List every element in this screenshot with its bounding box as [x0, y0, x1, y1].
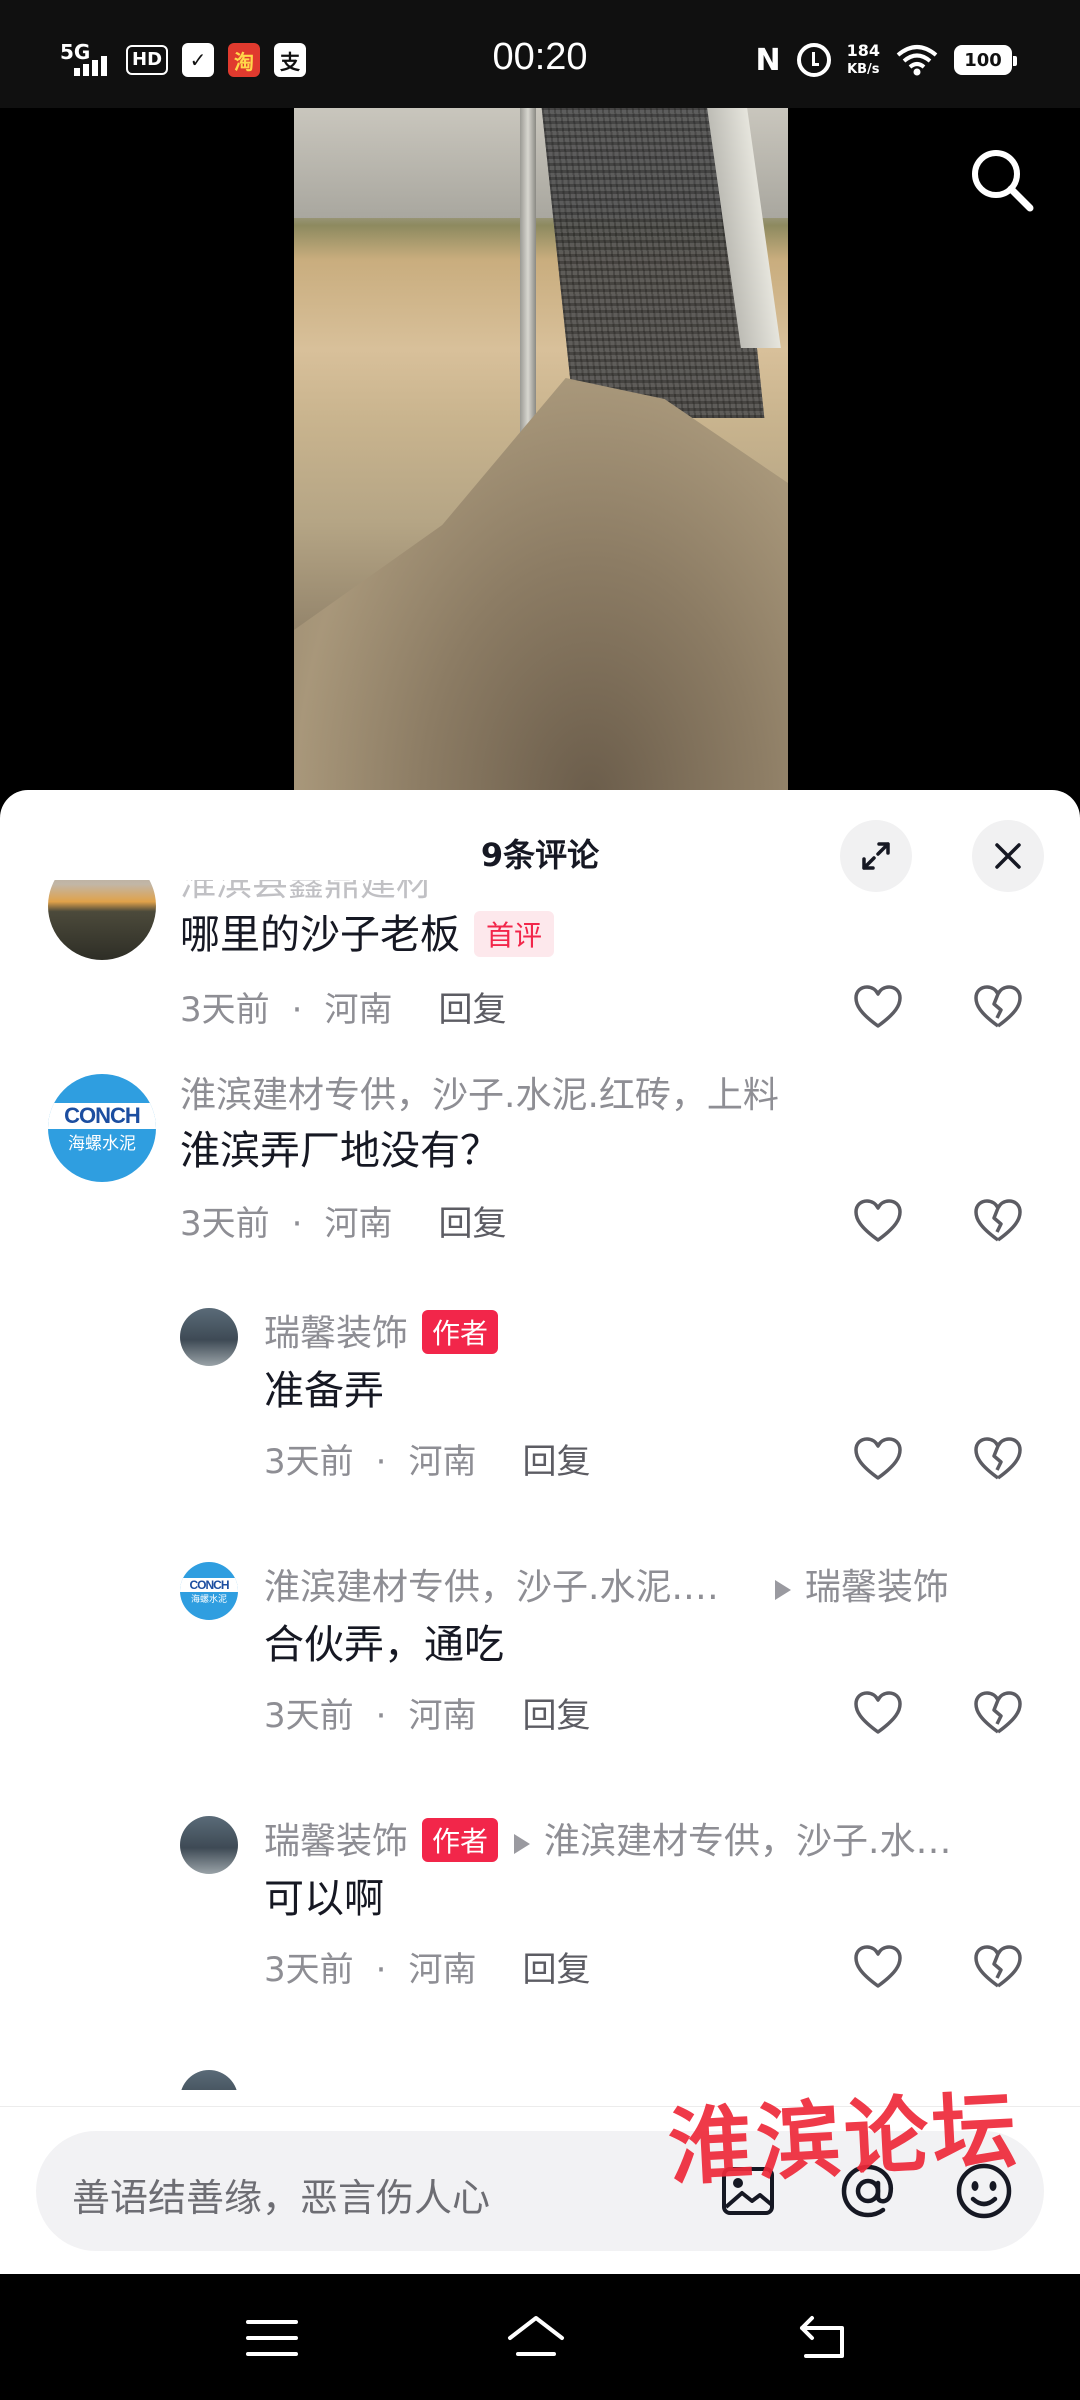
speed-value: 184 [846, 41, 880, 60]
avatar-logo-text: CONCH [180, 1577, 238, 1592]
close-icon [995, 843, 1021, 869]
reply-time: 3天前 [264, 1950, 354, 1990]
reply-time: 3天前 [264, 1696, 354, 1736]
avatar-logo-subtext: 海螺水泥 [68, 1133, 136, 1154]
reply-time: 3天前 [264, 1442, 354, 1482]
dislike-broken-heart-icon[interactable] [972, 1434, 1024, 1486]
comment-text: 哪里的沙子老板 首评 [180, 902, 555, 960]
reply-text: 准备弄 [264, 1368, 384, 1414]
comment-location: 河南 [324, 1204, 393, 1244]
reply-button[interactable]: 回复 [522, 1696, 590, 1736]
alarm-icon [796, 43, 831, 77]
reply-author[interactable]: 瑞馨装饰 作者 [264, 1304, 499, 1357]
avatar[interactable]: CONCH 海螺水泥 [180, 1562, 238, 1620]
reply-target-name[interactable]: 瑞馨装饰 [805, 1567, 949, 1608]
battery-icon: 100 [954, 45, 1017, 75]
reply-meta: 3天前 · 河南 回复 [264, 1688, 590, 1737]
reply-author-name[interactable]: 淮滨建材专供，沙子.水泥.… [264, 1567, 719, 1608]
like-heart-icon[interactable] [852, 1942, 904, 1994]
separator-dot: · [291, 990, 303, 1030]
reply-location: 河南 [408, 1696, 477, 1736]
reply-text: 合伙弄，通吃 [264, 1622, 504, 1668]
reply-button[interactable]: 回复 [522, 1442, 590, 1482]
system-nav-bar [0, 2274, 1080, 2400]
reply-button[interactable]: 回复 [438, 1204, 506, 1244]
reply-author[interactable]: 淮滨建材专供，沙子.水泥.… 瑞馨装饰 [264, 1558, 949, 1610]
dislike-broken-heart-icon[interactable] [972, 982, 1024, 1034]
dislike-broken-heart-icon[interactable] [972, 1688, 1024, 1740]
comment-time: 3天前 [180, 1204, 270, 1244]
home-icon[interactable] [506, 2308, 566, 2368]
comment-time: 3天前 [180, 990, 270, 1030]
separator-dot: · [375, 1696, 387, 1736]
comment-meta: 3天前 · 河南 回复 [180, 1196, 506, 1245]
comment-text: 淮滨弄厂地没有？ [180, 1128, 500, 1174]
speed-unit: KB/s [847, 62, 880, 77]
reply-to-arrow-icon [514, 1834, 531, 1854]
reply-button[interactable]: 回复 [438, 990, 506, 1030]
like-heart-icon[interactable] [852, 1434, 904, 1486]
search-icon[interactable] [966, 144, 1038, 216]
author-badge: 作者 [422, 1818, 499, 1862]
reply-to-arrow-icon [774, 1580, 791, 1600]
video-gravel-pile [294, 378, 788, 798]
nfc-icon: N [755, 42, 781, 78]
comment-author[interactable]: 淮滨建材专供，沙子.水泥.红砖，上料 [180, 1066, 779, 1118]
avatar[interactable] [180, 2070, 238, 2090]
reply-meta: 3天前 · 河南 回复 [264, 1942, 590, 1991]
reply-button[interactable]: 回复 [522, 1950, 590, 1990]
reply-meta: 3天前 · 河南 回复 [264, 1434, 590, 1483]
comment-body: 哪里的沙子老板 [180, 912, 460, 958]
reply-author[interactable]: 瑞馨装饰 作者 淮滨建材专供，沙子.水… [264, 1812, 951, 1865]
comment-list[interactable]: 淮滨县鑫鼎建材 哪里的沙子老板 首评 3天前 · 河南 回复 CONCH 海螺水泥 淮滨… [0, 880, 1080, 2090]
reply-location: 河南 [408, 1950, 477, 1990]
like-heart-icon[interactable] [852, 982, 904, 1034]
avatar[interactable] [180, 1308, 238, 1366]
comment-input-placeholder[interactable]: 善语结善缘，恶言伤人心 [72, 2167, 490, 2222]
reply-text: 可以啊 [264, 1876, 384, 1922]
comment-count-title: 9条评论 [480, 836, 600, 874]
comment-location: 河南 [324, 990, 393, 1030]
reply-author-name[interactable]: 瑞馨装饰 [264, 1821, 408, 1862]
separator-dot: · [375, 1950, 387, 1990]
battery-level: 100 [964, 49, 1002, 71]
like-heart-icon[interactable] [852, 1196, 904, 1248]
avatar-logo-subtext: 海螺水泥 [190, 1594, 227, 1605]
separator-dot: · [375, 1442, 387, 1482]
menu-icon[interactable] [242, 2308, 302, 2368]
like-heart-icon[interactable] [852, 1688, 904, 1740]
reply-target-name[interactable]: 淮滨建材专供，沙子.水… [544, 1821, 951, 1862]
status-right: N 184 KB/s 100 [755, 36, 1017, 84]
wifi-icon [896, 44, 938, 76]
back-icon[interactable] [794, 2308, 854, 2368]
separator-dot: · [291, 1204, 303, 1244]
video-player[interactable] [294, 108, 788, 798]
avatar[interactable] [180, 1816, 238, 1874]
forum-watermark: 淮滨论坛 [665, 2079, 1023, 2198]
avatar-logo-text: CONCH [48, 1102, 156, 1129]
reply-location: 河南 [408, 1442, 477, 1482]
first-comment-badge: 首评 [474, 911, 555, 957]
dislike-broken-heart-icon[interactable] [972, 1942, 1024, 1994]
comment-meta: 3天前 · 河南 回复 [180, 982, 506, 1031]
network-speed: 184 KB/s [847, 42, 880, 78]
status-bar: 5G HD ✓ 淘 支 00:20 N 184 KB/s 100 [0, 0, 1080, 108]
reply-author-name[interactable]: 瑞馨装饰 [264, 1313, 408, 1354]
dislike-broken-heart-icon[interactable] [972, 1196, 1024, 1248]
avatar[interactable]: CONCH 海螺水泥 [48, 1074, 156, 1182]
comment-sheet: 9条评论 淮滨县鑫鼎建材 哪里的沙子老板 首评 3天前 · 河南 回复 CONCH 海螺… [0, 790, 1080, 2274]
expand-icon [862, 842, 890, 870]
avatar[interactable] [48, 880, 156, 960]
author-badge: 作者 [422, 1310, 499, 1354]
